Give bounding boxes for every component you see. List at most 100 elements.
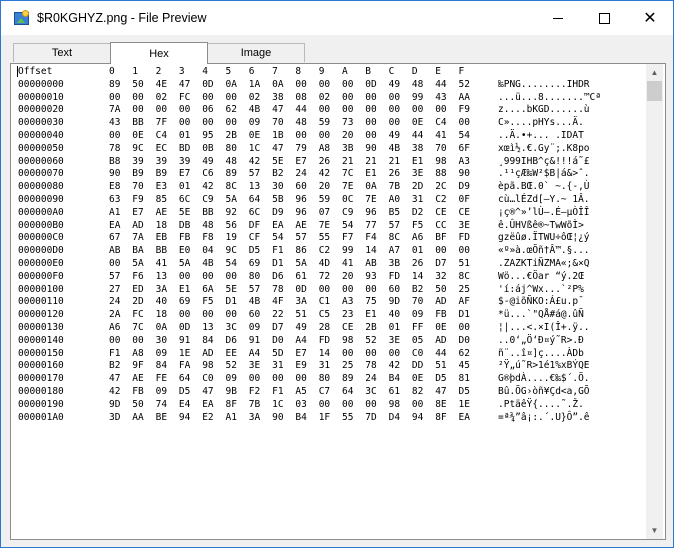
hex-byte: AA [132, 411, 144, 423]
scrollbar-thumb[interactable] [647, 81, 662, 101]
row-offset: 000000B0 [18, 219, 64, 231]
hex-byte: 93 [365, 270, 377, 282]
hex-byte: 00 [388, 347, 401, 359]
hex-byte: BB [132, 117, 144, 129]
row-offset: 00000120 [18, 309, 64, 321]
hex-byte: 00 [342, 91, 354, 103]
ascii-text: G®þdÀ....€‰$´.Õ. [498, 373, 590, 385]
hex-byte: 7E [365, 194, 377, 205]
hex-byte: 6A [202, 283, 214, 295]
file-preview-window: $R0KGHYZ.png - File Preview ✕ Text Hex I… [0, 0, 674, 548]
column-header: 9 [318, 66, 325, 77]
ascii-text: ‰PNG........IHDR [498, 78, 590, 90]
row-offset: 000000C0 [18, 232, 64, 244]
hex-byte: 0E [248, 130, 261, 141]
hex-byte: 02 [248, 91, 261, 103]
vertical-scrollbar[interactable]: ▲ ▼ [646, 64, 663, 539]
hex-byte: 5A [132, 258, 144, 269]
hex-byte: 84 [202, 334, 214, 346]
hex-byte: 49 [202, 155, 214, 167]
hex-byte: 5E [272, 155, 284, 167]
tab-bar: Text Hex Image [10, 42, 666, 64]
hex-byte: 18 [155, 309, 168, 321]
scroll-down-arrow-icon[interactable]: ▼ [646, 522, 663, 539]
hex-byte: 50 [132, 78, 144, 90]
hex-byte: C9 [342, 206, 354, 218]
hex-byte: C1 [318, 296, 331, 308]
hex-byte: A8 [318, 142, 331, 154]
hex-byte: 5E [178, 206, 191, 218]
row-offset: 00000040 [18, 130, 64, 141]
tab-image[interactable]: Image [207, 43, 305, 62]
hex-byte: 69 [178, 296, 191, 308]
column-header: 1 [132, 66, 139, 77]
hex-byte: 3E [411, 168, 424, 180]
hex-byte: 00 [342, 398, 354, 410]
hex-byte: 38 [272, 91, 284, 103]
hex-byte: D5 [435, 373, 447, 385]
hex-byte: E7 [132, 206, 144, 218]
ascii-text: ¸999IHB^ç&!!!á˜£ [498, 155, 590, 167]
hex-byte: EA [272, 219, 284, 231]
hex-byte: 90 [365, 142, 377, 154]
row-offset: 00000070 [18, 168, 64, 180]
scroll-up-arrow-icon[interactable]: ▲ [646, 64, 663, 81]
hex-byte: FA [178, 360, 191, 372]
hex-byte: 39 [155, 155, 168, 167]
hex-byte: 3B [388, 258, 401, 269]
hex-byte: 89 [225, 168, 237, 180]
hex-byte: A4 [295, 334, 307, 346]
hex-byte: 78 [365, 360, 377, 372]
offset-header: Offset [18, 66, 53, 77]
tab-text[interactable]: Text [13, 43, 111, 62]
hex-byte: CE [342, 322, 354, 333]
hex-byte: 00 [365, 104, 377, 116]
column-header: A [342, 66, 348, 77]
hex-byte: 3A [295, 296, 307, 308]
hex-byte: D1 [225, 296, 237, 308]
hex-byte: A3 [342, 296, 354, 308]
hex-byte: 26 [318, 155, 331, 167]
hex-byte: 00 [202, 91, 214, 103]
hex-byte: 00 [178, 270, 191, 282]
hex-byte: 41 [155, 258, 168, 269]
hex-byte: 7A [109, 104, 121, 116]
hex-view[interactable]: Offset 0 1 2 3 4 5 6 7 8 9 A B C D E F 00000000 89 50 4E 47 0D… [11, 64, 646, 539]
close-button[interactable]: ✕ [627, 1, 673, 35]
hex-byte: 00 [365, 130, 377, 141]
column-header: 2 [155, 66, 162, 77]
hex-byte: 00 [365, 283, 377, 295]
hex-byte: FC [178, 91, 191, 103]
minimize-button[interactable] [535, 1, 581, 35]
hex-byte: 47 [202, 386, 214, 397]
hex-byte: 90 [272, 411, 284, 423]
hex-byte: D1 [458, 309, 470, 321]
hex-byte: A1 [109, 206, 121, 218]
hex-byte: 00 [458, 117, 470, 129]
hex-byte: 57 [248, 283, 261, 295]
hex-byte: B2 [109, 360, 121, 372]
hex-byte: CE [435, 206, 447, 218]
tab-hex[interactable]: Hex [110, 42, 208, 64]
hex-byte: 5A [295, 258, 307, 269]
column-header: 6 [248, 66, 255, 77]
hex-byte: D5 [248, 245, 261, 257]
hex-byte: 00 [109, 91, 121, 103]
hex-byte: 47 [178, 78, 191, 90]
hex-byte: 3E [388, 334, 401, 346]
hex-byte: 00 [225, 309, 237, 321]
hex-byte: 85 [155, 194, 168, 205]
hex-byte: 94 [411, 411, 424, 423]
hex-byte: 98 [388, 398, 401, 410]
row-offset: 00000110 [18, 296, 64, 308]
maximize-button[interactable] [581, 1, 627, 35]
hex-byte: 8C [225, 181, 237, 193]
column-header: 7 [272, 66, 278, 77]
ascii-text: $-@iõÑKO:Á£u.p­¯ [498, 296, 584, 308]
hex-byte: 70 [411, 296, 424, 308]
hex-byte: 0D [365, 78, 377, 90]
hex-byte: 3C [225, 322, 237, 333]
title-bar[interactable]: $R0KGHYZ.png - File Preview ✕ [1, 1, 673, 35]
ascii-text: ²Ÿ„ú˜R>1é1%xBÝQE [498, 360, 590, 372]
hex-byte: 00 [318, 130, 331, 141]
